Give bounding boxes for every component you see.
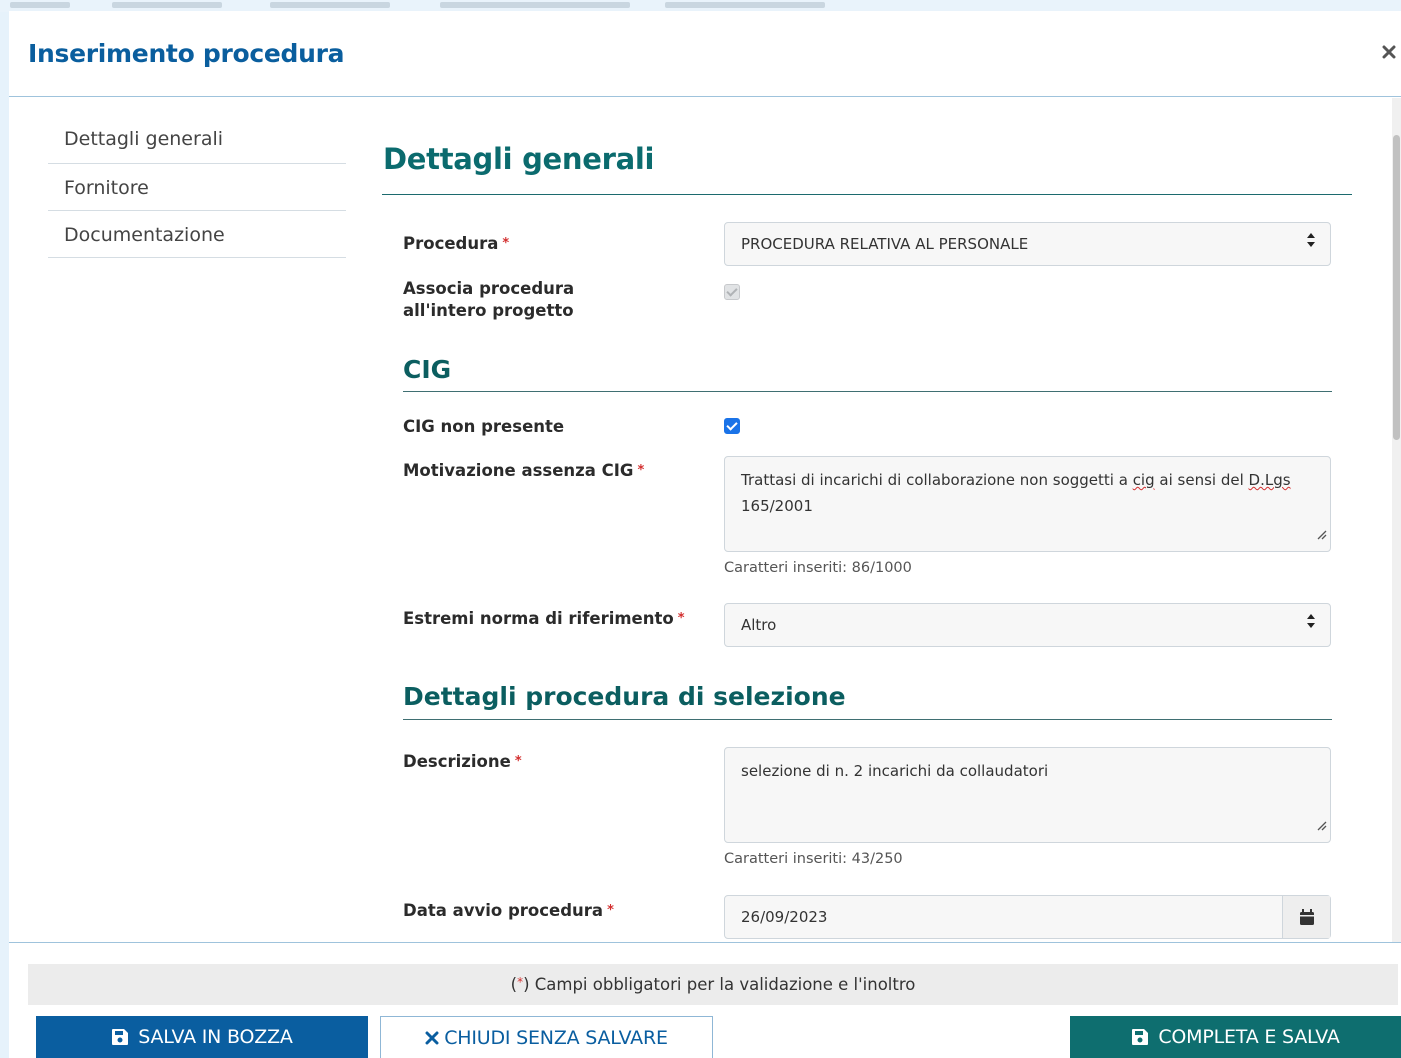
descrizione-textarea[interactable]: selezione di n. 2 incarichi da collaudat… [724,747,1331,843]
spellcheck-word: cig [1132,471,1155,489]
estremi-select[interactable]: Altro [724,603,1331,647]
motivazione-label-text: Motivazione assenza CIG [403,461,634,480]
descrizione-label-text: Descrizione [403,752,511,771]
motivazione-text: 165/2001 [741,497,813,515]
background-ghost-text [270,2,390,8]
data-avvio-value: 26/09/2023 [741,908,828,926]
estremi-label: Estremi norma di riferimento * [403,608,685,630]
cig-non-presente-label: CIG non presente [403,417,565,436]
complete-and-save-label: COMPLETA E SALVA [1158,1026,1340,1048]
descrizione-text: selezione di n. 2 incarichi da collaudat… [741,762,1049,780]
procedura-label: Procedura * [403,233,509,255]
descrizione-label: Descrizione * [403,751,522,773]
resize-grip-icon[interactable] [1317,814,1327,840]
selezione-section-title: Dettagli procedura di selezione [403,682,846,711]
required-marker: * [502,236,510,251]
selezione-divider [403,719,1332,720]
form-scrollbar[interactable] [1392,98,1401,942]
scrollbar-thumb[interactable] [1393,135,1400,440]
modal-title: Inserimento procedura [28,39,345,68]
procedure-modal: Inserimento procedura Dettagli generali … [9,11,1401,1058]
floppy-disk-icon [1131,1028,1149,1046]
descrizione-char-count: Caratteri inseriti: 43/250 [724,851,903,867]
background-ghost-text [10,2,70,8]
close-icon[interactable] [1382,43,1396,64]
select-caret-icon [1306,613,1316,632]
modal-header: Inserimento procedura [9,11,1401,97]
motivazione-text: Trattasi di incarichi di collaborazione … [741,471,1133,489]
cig-non-presente-checkbox[interactable] [724,418,740,434]
background-ghost-text [112,2,222,8]
required-marker: * [607,903,614,918]
background-ghost-text [665,2,825,8]
motivazione-label: Motivazione assenza CIG * [403,460,644,482]
motivazione-textarea[interactable]: Trattasi di incarichi di collaborazione … [724,456,1331,552]
required-marker: * [677,611,685,626]
resize-grip-icon[interactable] [1317,523,1327,549]
form-scroll-area: Dettagli generali Procedura * PROCEDURA R… [9,98,1401,942]
save-draft-button[interactable]: SALVA IN BOZZA [36,1016,368,1058]
section-divider [382,194,1352,195]
complete-and-save-button[interactable]: COMPLETA E SALVA [1070,1016,1401,1058]
procedura-select-value: PROCEDURA RELATIVA AL PERSONALE [741,235,1029,253]
associa-checkbox [724,284,740,300]
required-marker: * [637,463,645,478]
procedura-select[interactable]: PROCEDURA RELATIVA AL PERSONALE [724,222,1331,266]
cig-section-title: CIG [403,355,452,384]
close-without-saving-label: CHIUDI SENZA SALVARE [444,1026,668,1049]
save-draft-label: SALVA IN BOZZA [138,1026,293,1048]
data-avvio-label: Data avvio procedura * [403,900,614,922]
close-icon [425,1031,439,1045]
motivazione-text: ai sensi del [1154,471,1249,489]
background-ghost-text [440,2,630,8]
select-caret-icon [1306,232,1316,251]
data-avvio-input[interactable]: 26/09/2023 [724,895,1331,939]
close-without-saving-button[interactable]: CHIUDI SENZA SALVARE [380,1016,713,1058]
footer-divider [9,942,1401,943]
motivazione-char-count: Caratteri inseriti: 86/1000 [724,560,912,576]
calendar-icon[interactable] [1282,896,1330,938]
cig-divider [403,391,1332,392]
data-avvio-label-text: Data avvio procedura [403,901,604,920]
procedura-label-text: Procedura [403,234,499,253]
floppy-disk-icon [111,1028,129,1046]
required-marker: * [514,754,522,769]
estremi-label-text: Estremi norma di riferimento [403,609,674,628]
estremi-select-value: Altro [741,616,777,634]
section-title: Dettagli generali [383,142,655,176]
spellcheck-word: D.Lgs [1248,471,1291,489]
associa-label: Associa procedura all'intero progetto [403,279,575,320]
required-note-text: ) Campi obbligatori per la validazione e… [523,975,916,994]
required-fields-note: (*) Campi obbligatori per la validazione… [28,964,1398,1005]
